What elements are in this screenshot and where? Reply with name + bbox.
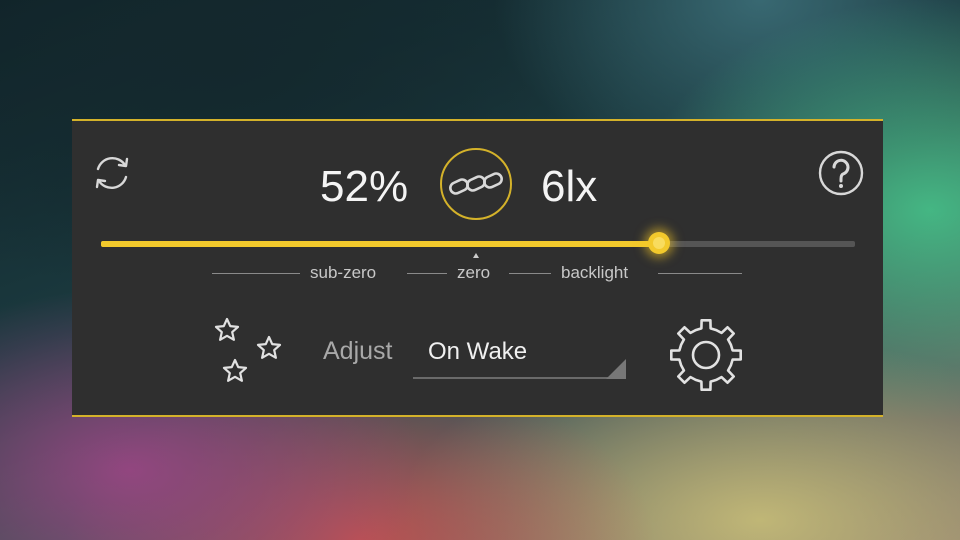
slider-fill <box>101 241 659 247</box>
dropdown-underline <box>413 377 626 379</box>
question-mark-icon <box>818 150 864 196</box>
scale-divider <box>658 273 742 274</box>
adjust-mode-dropdown[interactable]: On Wake <box>413 331 626 379</box>
lux-reading: 6lx <box>541 162 598 211</box>
brightness-percent: 52% <box>320 162 409 211</box>
settings-button[interactable] <box>668 317 744 393</box>
gear-icon <box>669 318 742 391</box>
dropdown-corner-icon <box>606 359 626 379</box>
scale-divider <box>212 273 300 274</box>
brightness-scale: sub-zero zero backlight <box>212 261 742 285</box>
link-toggle-button[interactable] <box>440 148 512 220</box>
scale-divider <box>509 273 551 274</box>
help-button[interactable] <box>816 148 866 198</box>
zero-marker-icon <box>473 253 479 258</box>
refresh-button[interactable] <box>88 149 136 197</box>
adjust-label: Adjust <box>323 337 393 365</box>
gear-outline <box>669 318 742 391</box>
scale-label-backlight: backlight <box>561 263 629 282</box>
stars-icon <box>214 317 282 382</box>
stars-button[interactable] <box>210 313 288 391</box>
slider-thumb[interactable] <box>647 232 670 254</box>
brightness-widget-panel: 52% 6lx sub-zero zero backlight Adjust O… <box>72 119 883 417</box>
scale-divider <box>407 273 447 274</box>
adjust-mode-value: On Wake <box>428 338 528 365</box>
refresh-icon <box>95 156 129 190</box>
scale-label-zero: zero <box>457 263 491 282</box>
scale-label-sub-zero: sub-zero <box>310 263 377 282</box>
chain-link-icon <box>449 172 503 195</box>
gear-hub <box>691 340 721 370</box>
